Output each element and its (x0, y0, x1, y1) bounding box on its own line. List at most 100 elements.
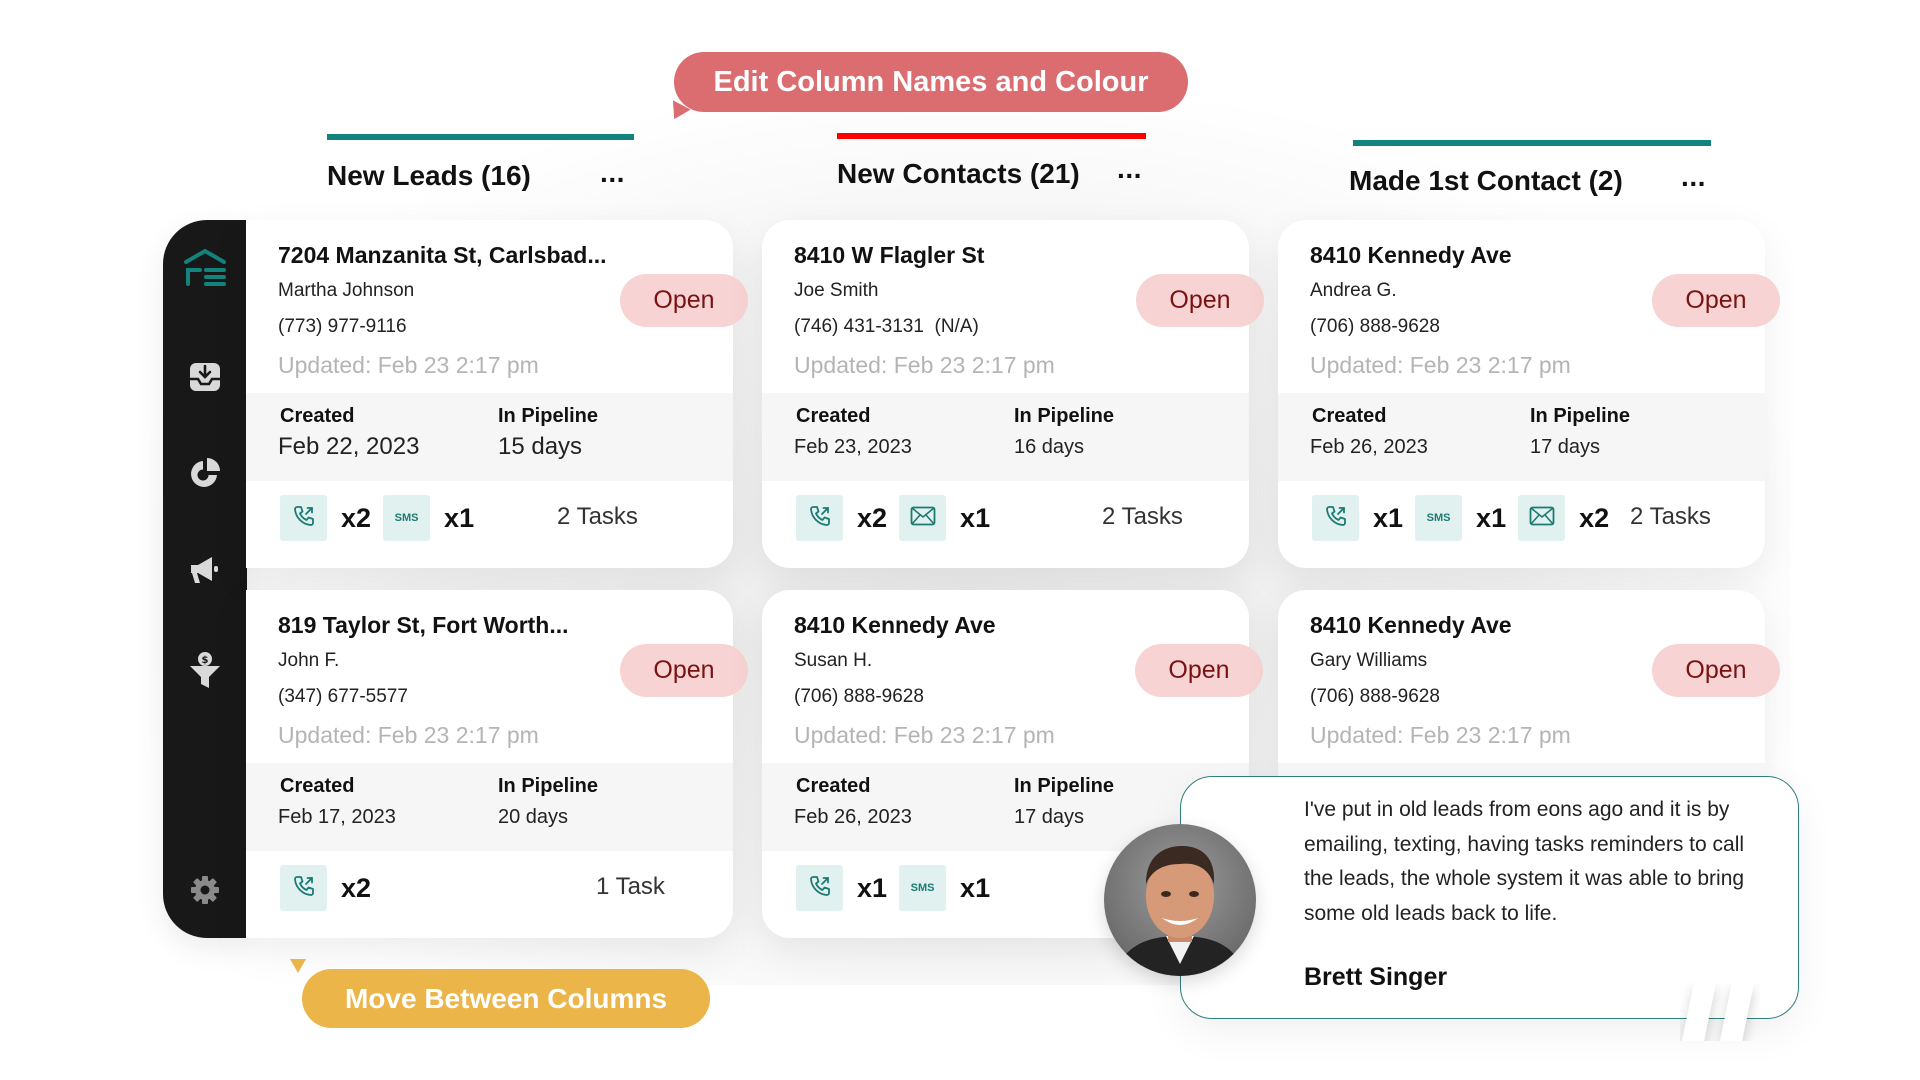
card-contact-name: John F. (278, 650, 340, 671)
status-badge[interactable]: Open (1136, 274, 1264, 327)
sms-count: x1 (444, 502, 475, 533)
card-updated: Updated: Feb 23 2:17 pm (794, 352, 1055, 378)
pipeline-label: In Pipeline (498, 405, 599, 427)
move-columns-callout: Move Between Columns (290, 959, 710, 1028)
sms-button[interactable]: SMS (383, 495, 431, 541)
card-phone: (746) 431-3131 (N/A) (794, 316, 979, 337)
tasks-count[interactable]: 2 Tasks (557, 503, 638, 531)
sms-icon: SMS (394, 512, 419, 524)
column-title-made-1st-contact[interactable]: Made 1st Contact (2) (1349, 165, 1623, 197)
call-count: x2 (341, 872, 372, 903)
column-more-menu-icon[interactable]: ··· (600, 166, 626, 194)
pipeline-days: 17 days (1014, 806, 1085, 828)
envelope-icon (1529, 506, 1555, 531)
callout-tail (290, 959, 306, 973)
status-badge[interactable]: Open (1135, 644, 1263, 697)
card-phone: (773) 977-9116 (278, 316, 407, 337)
inbox-download-icon[interactable] (188, 360, 222, 394)
pipeline-label: In Pipeline (1014, 775, 1115, 797)
phone-call-icon (292, 874, 316, 903)
card-phone: (706) 888-9628 (1310, 316, 1440, 337)
card-address: 819 Taylor St, Fort Worth... (278, 612, 569, 638)
email-button[interactable] (1518, 495, 1566, 541)
phone-call-icon (808, 874, 832, 903)
created-label: Created (280, 405, 355, 427)
tasks-count[interactable]: 2 Tasks (1630, 503, 1711, 531)
kanban-pipeline-showcase: Edit Column Names and Colour New Leads (… (0, 0, 1920, 1080)
testimonial-avatar (1104, 824, 1256, 976)
logo-icon[interactable] (182, 248, 228, 288)
call-button[interactable] (796, 495, 843, 541)
pipeline-label: In Pipeline (498, 775, 599, 797)
lead-card[interactable]: 819 Taylor St, Fort Worth... John F. (34… (246, 590, 733, 938)
lead-card[interactable]: 8410 Kennedy Ave Andrea G. (706) 888-962… (1278, 220, 1765, 568)
call-count: x1 (857, 872, 888, 903)
lead-card[interactable]: 7204 Manzanita St, Carlsbad... Martha Jo… (246, 220, 733, 568)
status-badge[interactable]: Open (1652, 644, 1780, 697)
column-more-menu-icon[interactable]: ··· (1117, 162, 1143, 190)
card-meta: Created Feb 26, 2023 In Pipeline 17 days (1278, 393, 1765, 481)
card-updated: Updated: Feb 23 2:17 pm (1310, 722, 1571, 748)
call-button[interactable] (1312, 495, 1359, 541)
pipeline-days: 20 days (498, 806, 569, 828)
status-badge[interactable]: Open (1652, 274, 1780, 327)
sidebar: $ (163, 220, 247, 938)
card-phone: (706) 888-9628 (1310, 686, 1440, 707)
card-phone: (347) 677-5577 (278, 686, 408, 707)
quote-mark-icon (1682, 983, 1754, 1041)
created-date: Feb 22, 2023 (278, 433, 420, 460)
column-color-bar-new-leads[interactable] (327, 134, 634, 140)
email-button[interactable] (899, 495, 947, 541)
call-count: x2 (857, 502, 888, 533)
card-updated: Updated: Feb 23 2:17 pm (278, 722, 539, 748)
card-meta: Created Feb 22, 2023 In Pipeline 15 days (246, 393, 733, 481)
column-color-bar-new-contacts[interactable] (837, 133, 1146, 139)
column-title-new-contacts[interactable]: New Contacts (21) (837, 158, 1080, 190)
column-more-menu-icon[interactable]: ··· (1681, 170, 1707, 198)
testimonial-author: Brett Singer (1304, 963, 1448, 991)
call-button[interactable] (280, 865, 327, 911)
call-count: x1 (1373, 502, 1404, 533)
card-updated: Updated: Feb 23 2:17 pm (794, 722, 1055, 748)
sms-count: x1 (960, 872, 991, 903)
card-updated: Updated: Feb 23 2:17 pm (278, 352, 539, 378)
status-badge[interactable]: Open (620, 274, 748, 327)
status-badge[interactable]: Open (620, 644, 748, 697)
testimonial-text: I've put in old leads from eons ago and … (1304, 798, 1745, 925)
created-date: Feb 26, 2023 (794, 806, 912, 828)
sms-button[interactable]: SMS (1415, 495, 1463, 541)
created-label: Created (796, 775, 871, 797)
column-title-new-leads[interactable]: New Leads (16) (327, 160, 531, 192)
pipeline-label: In Pipeline (1014, 405, 1115, 427)
pipeline-days: 17 days (1530, 436, 1601, 458)
lead-card[interactable]: 8410 W Flagler St Joe Smith (746) 431-31… (762, 220, 1249, 568)
person-portrait-icon (1114, 846, 1246, 976)
megaphone-icon[interactable] (188, 553, 222, 587)
sms-count: x1 (1476, 502, 1507, 533)
edit-columns-callout: Edit Column Names and Colour (665, 52, 1188, 124)
column-color-bar-made-1st-contact[interactable] (1353, 140, 1711, 146)
phone-call-icon (1324, 504, 1348, 533)
card-phone: (706) 888-9628 (794, 686, 924, 707)
call-count: x2 (341, 502, 372, 533)
card-contact-name: Gary Williams (1310, 650, 1428, 671)
tasks-count[interactable]: 1 Task (596, 873, 665, 901)
move-columns-callout-label: Move Between Columns (344, 982, 668, 1014)
created-date: Feb 17, 2023 (278, 806, 396, 828)
created-date: Feb 26, 2023 (1310, 436, 1428, 458)
email-count: x2 (1579, 502, 1610, 533)
funnel-dollar-icon[interactable]: $ (188, 650, 222, 690)
pipeline-days: 16 days (1014, 436, 1085, 458)
card-contact-name: Joe Smith (794, 280, 879, 301)
gear-icon[interactable] (190, 875, 220, 905)
card-actions: x2 SMS x1 (280, 494, 713, 542)
call-button[interactable] (796, 865, 843, 911)
sms-button[interactable]: SMS (899, 865, 947, 911)
card-meta: Created Feb 23, 2023 In Pipeline 16 days (762, 393, 1249, 481)
call-button[interactable] (280, 495, 327, 541)
card-contact-name: Andrea G. (1310, 280, 1397, 301)
card-meta: Created Feb 17, 2023 In Pipeline 20 days (246, 763, 733, 851)
pie-chart-icon[interactable] (188, 456, 222, 490)
card-address: 8410 W Flagler St (794, 242, 985, 268)
tasks-count[interactable]: 2 Tasks (1102, 503, 1183, 531)
